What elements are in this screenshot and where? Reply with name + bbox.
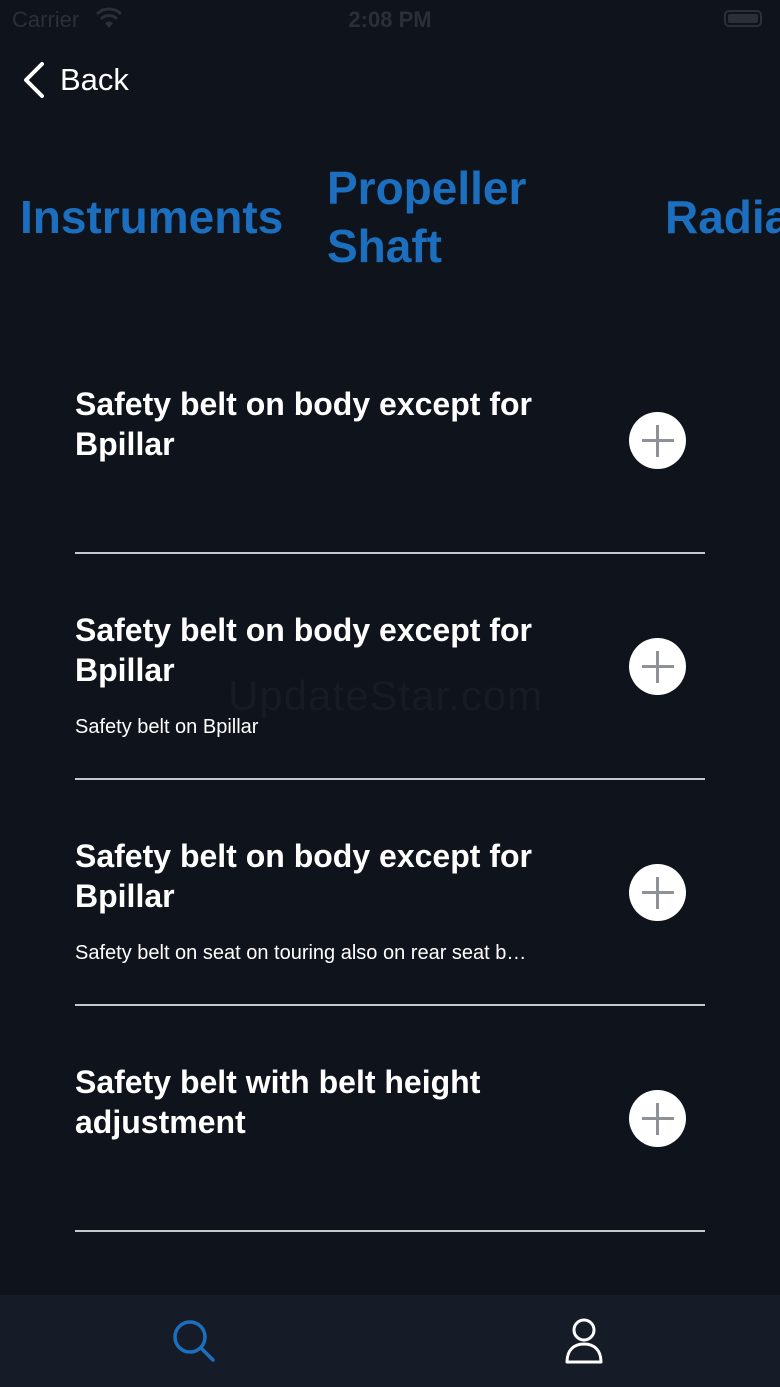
list-item[interactable]: Safety belt with belt height adjustment bbox=[75, 1006, 705, 1232]
tab-bar bbox=[0, 1295, 780, 1387]
list-item[interactable]: Safety belt on body except for Bpillar S… bbox=[75, 554, 705, 780]
item-title: Safety belt with belt height adjustment bbox=[75, 1064, 481, 1140]
item-title: Safety belt on body except for Bpillar bbox=[75, 386, 532, 462]
battery-icon bbox=[724, 10, 762, 27]
back-button[interactable]: Back bbox=[20, 56, 129, 104]
category-tab-instruments[interactable]: Instruments bbox=[20, 188, 283, 246]
item-title: Safety belt on body except for Bpillar bbox=[75, 838, 532, 914]
chevron-left-icon bbox=[24, 62, 44, 98]
search-icon bbox=[173, 1320, 215, 1362]
person-icon bbox=[565, 1318, 603, 1364]
category-tab-propeller-shaft[interactable]: Propeller Shaft bbox=[327, 159, 557, 275]
add-button[interactable] bbox=[629, 638, 686, 695]
item-title: Safety belt on body except for Bpillar bbox=[75, 612, 532, 688]
tab-profile[interactable] bbox=[556, 1315, 612, 1367]
category-tab-radia[interactable]: Radia bbox=[665, 188, 780, 246]
status-time: 2:08 PM bbox=[348, 7, 432, 32]
item-subtitle: Safety belt on seat on touring also on r… bbox=[75, 942, 527, 964]
parts-list: Safety belt on body except for Bpillar S… bbox=[75, 328, 705, 1232]
list-item[interactable]: Safety belt on body except for Bpillar bbox=[75, 328, 705, 554]
back-label: Back bbox=[60, 62, 129, 97]
status-bar: Carrier 2:08 PM bbox=[0, 0, 780, 40]
add-button[interactable] bbox=[629, 864, 686, 921]
item-subtitle: Safety belt on Bpillar bbox=[75, 716, 259, 738]
tab-search[interactable] bbox=[166, 1315, 222, 1367]
list-item[interactable]: Safety belt on body except for Bpillar S… bbox=[75, 780, 705, 1006]
category-tab-label: Propeller Shaft bbox=[327, 162, 527, 272]
add-button[interactable] bbox=[629, 412, 686, 469]
add-button[interactable] bbox=[629, 1090, 686, 1147]
